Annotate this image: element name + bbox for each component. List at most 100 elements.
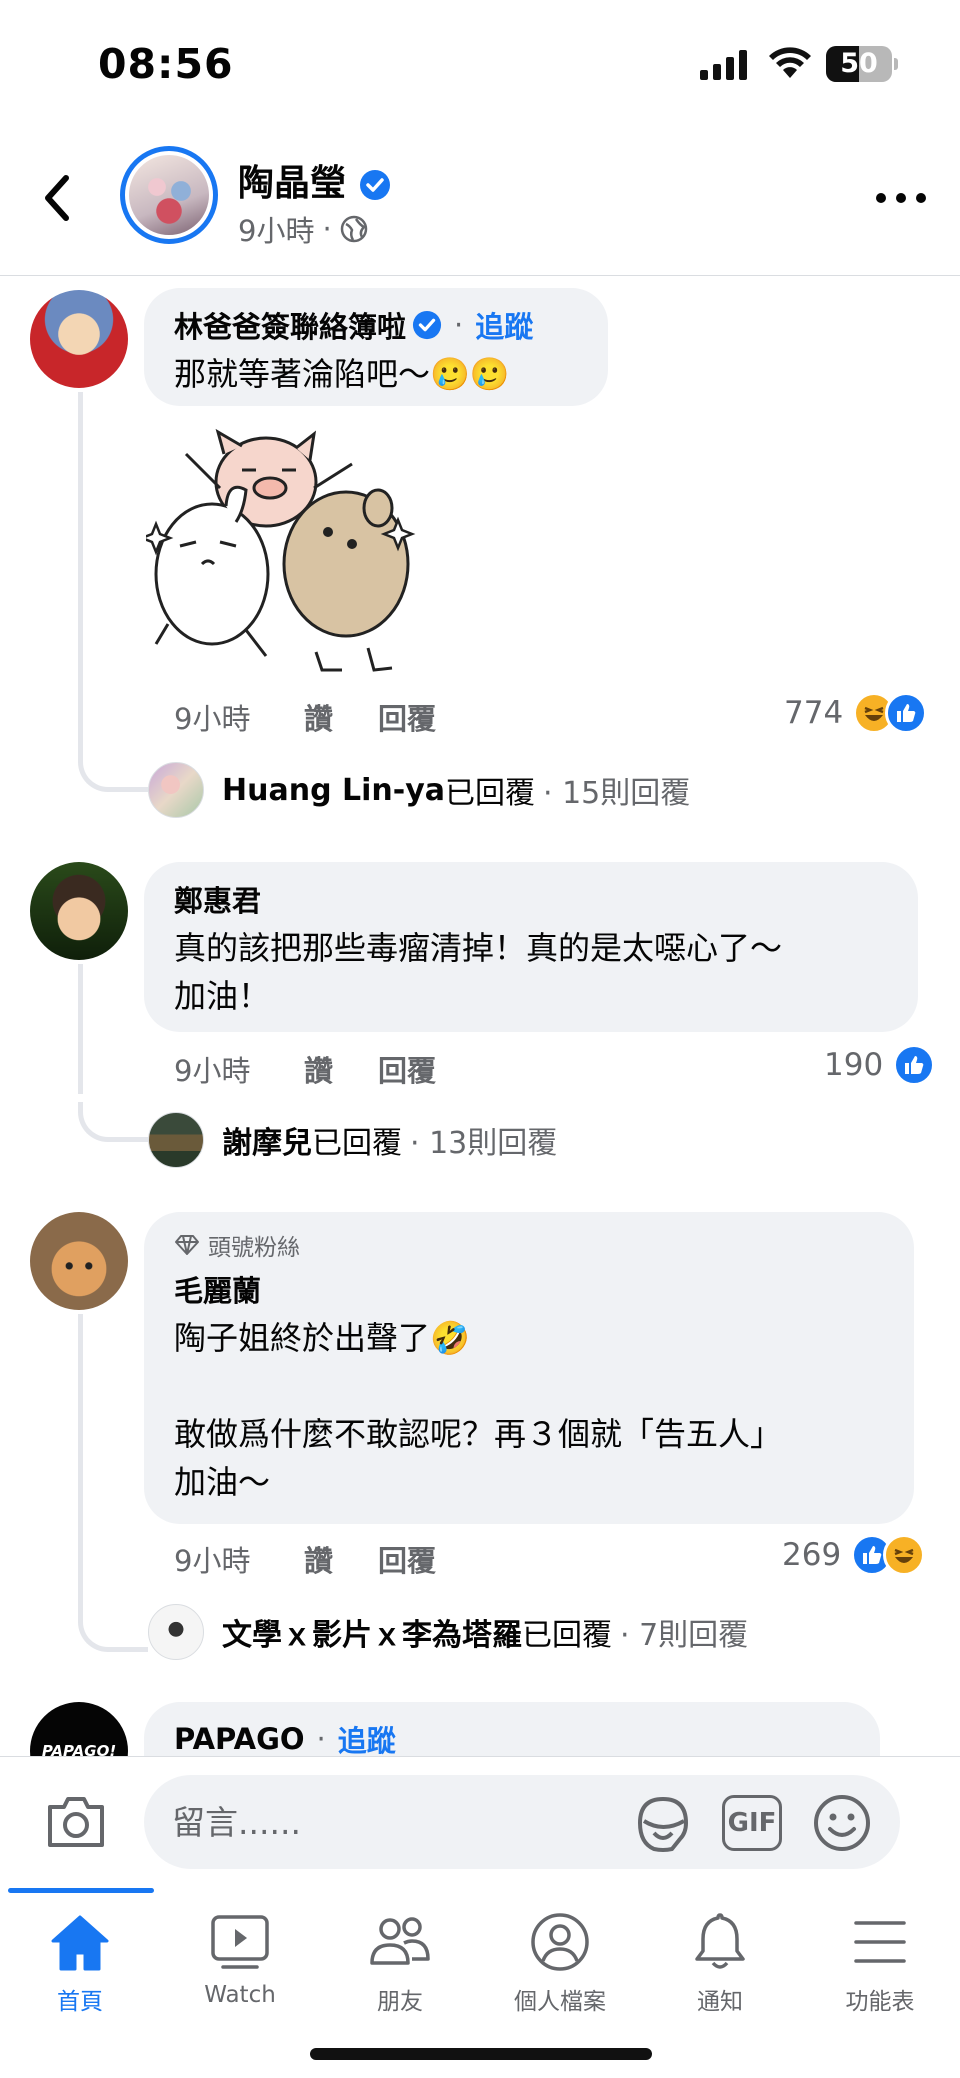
reply-count: · 15則回覆 [543,776,691,811]
status-bar: 08:56 50 [0,0,960,128]
more-options-button[interactable] [876,188,926,208]
reply-suffix: 已回覆 [445,776,535,811]
reply-avatar [148,762,204,818]
thread-connector [78,752,148,792]
watch-icon [211,1915,269,1969]
view-replies-link[interactable]: 文學ｘ影片ｘ李為塔羅 已回覆 · 7則回覆 [148,1604,748,1660]
author-name[interactable]: PAPAGO [174,1722,305,1756]
reaction-summary[interactable]: 269 [782,1534,926,1576]
comment-time: 9小時 [174,702,251,736]
author-name[interactable]: 林爸爸簽聯絡簿啦 [174,304,406,346]
tab-friends[interactable]: 朋友 [320,1908,480,2018]
reply-button[interactable]: 回覆 [378,1538,436,1580]
battery-icon: 50 [826,46,898,82]
reply-count: · 13則回覆 [410,1126,558,1161]
thread-line [78,392,83,754]
profile-icon [531,1913,589,1971]
reaction-count: 774 [784,695,844,731]
tab-menu[interactable]: 功能表 [800,1908,960,2018]
tab-label: 首頁 [57,1989,103,2015]
verified-badge-icon [359,170,390,200]
view-replies-link[interactable]: Huang Lin-ya 已回覆 · 15則回覆 [148,762,690,818]
post-time: 9小時 [238,214,315,248]
home-icon [51,1915,109,1971]
tab-profile[interactable]: 個人檔案 [480,1908,640,2018]
tab-label: 個人檔案 [514,1989,606,2015]
comment-actions: 9小時 讚 回覆 [174,1048,436,1090]
home-indicator [310,2048,652,2060]
camera-icon[interactable] [46,1793,106,1849]
reply-author: Huang Lin-ya [222,772,445,808]
comment-time: 9小時 [174,1054,251,1088]
haha-icon [883,1534,926,1576]
tab-home[interactable]: 首頁 [0,1908,160,2018]
menu-icon [854,1921,906,1963]
like-button[interactable]: 讚 [304,1048,378,1090]
tab-label: Watch [204,1982,276,2008]
comment-text: 真的該把那些毒瘤清掉！真的是太噁心了～ 加油！ [174,929,783,1015]
like-button[interactable]: 讚 [304,1538,378,1580]
follow-button[interactable]: 追蹤 [475,304,533,346]
commenter-avatar[interactable] [30,290,128,388]
emoji-icon[interactable] [812,1793,872,1853]
thread-connector [78,1612,148,1652]
reaction-summary[interactable]: 190 [824,1044,936,1086]
follow-separator: · [316,1722,326,1756]
author-name[interactable]: 毛麗蘭 [174,1268,261,1310]
post-meta: 9小時 · [238,208,368,250]
verified-badge-icon [412,310,442,340]
meta-separator: · [322,212,332,246]
top-fan-badge: 頭號粉絲 [174,1228,884,1262]
comment-text: 那就等著淪陷吧～🥲🥲 [174,355,510,393]
comment-bubble[interactable]: 鄭惠君 真的該把那些毒瘤清掉！真的是太噁心了～ 加油！ [144,862,918,1032]
page-title[interactable]: 陶晶瑩 [238,154,391,206]
tab-label: 通知 [697,1989,743,2015]
comment-author: 毛麗蘭 [174,1268,884,1310]
gif-button[interactable]: GIF [722,1795,782,1851]
reaction-count: 269 [782,1537,842,1573]
like-icon [893,1044,936,1086]
reaction-count: 190 [824,1047,884,1083]
reply-suffix: 已回覆 [522,1618,612,1653]
reply-author: 文學ｘ影片ｘ李為塔羅 [222,1618,522,1653]
tab-label: 功能表 [845,1989,915,2015]
commenter-avatar[interactable] [30,1212,128,1310]
comment-composer: GIF [0,1756,960,1888]
diamond-icon [175,1235,199,1255]
tab-watch[interactable]: Watch [160,1908,320,2018]
sticker-icon[interactable] [632,1793,694,1855]
like-button[interactable]: 讚 [304,696,378,738]
badge-label: 頭號粉絲 [208,1235,300,1261]
tab-notifications[interactable]: 通知 [640,1908,800,2018]
back-button[interactable] [36,168,80,228]
reaction-summary[interactable]: 774 [784,692,928,734]
cellular-signal-icon [700,50,747,80]
friends-icon [370,1917,430,1965]
post-header: 陶晶瑩 9小時 · [0,128,960,276]
follow-button[interactable]: 追蹤 [338,1718,396,1760]
status-time: 08:56 [98,40,234,88]
page-name-text: 陶晶瑩 [238,163,347,204]
thread-line [78,964,83,1094]
view-replies-link[interactable]: 謝摩兒 已回覆 · 13則回覆 [148,1112,557,1168]
sticker-image [146,428,416,672]
commenter-avatar[interactable] [30,862,128,960]
reply-avatar [148,1604,204,1660]
comment-author: PAPAGO · 追蹤 [174,1718,850,1760]
comment-text: 陶子姐終於出聲了🤣 敢做爲什麼不敢認呢？再３個就「告五人」 加油～ [174,1319,783,1501]
page-avatar[interactable] [120,146,218,244]
reply-count: · 7則回覆 [620,1618,749,1653]
active-tab-indicator [8,1888,154,1893]
thread-line [78,1314,83,1614]
comment-bubble[interactable]: 林爸爸簽聯絡簿啦 · 追蹤 那就等著淪陷吧～🥲🥲 [144,288,608,406]
reply-button[interactable]: 回覆 [378,1048,436,1090]
comment-actions: 9小時 讚 回覆 [174,696,436,738]
like-icon [885,692,928,734]
reply-avatar [148,1112,204,1168]
reply-button[interactable]: 回覆 [378,696,436,738]
reply-suffix: 已回覆 [312,1126,402,1161]
wifi-icon [769,47,811,78]
author-name[interactable]: 鄭惠君 [174,878,261,920]
comment-input[interactable] [144,1775,900,1869]
comment-bubble[interactable]: 頭號粉絲 毛麗蘭 陶子姐終於出聲了🤣 敢做爲什麼不敢認呢？再３個就「告五人」 加… [144,1212,914,1524]
